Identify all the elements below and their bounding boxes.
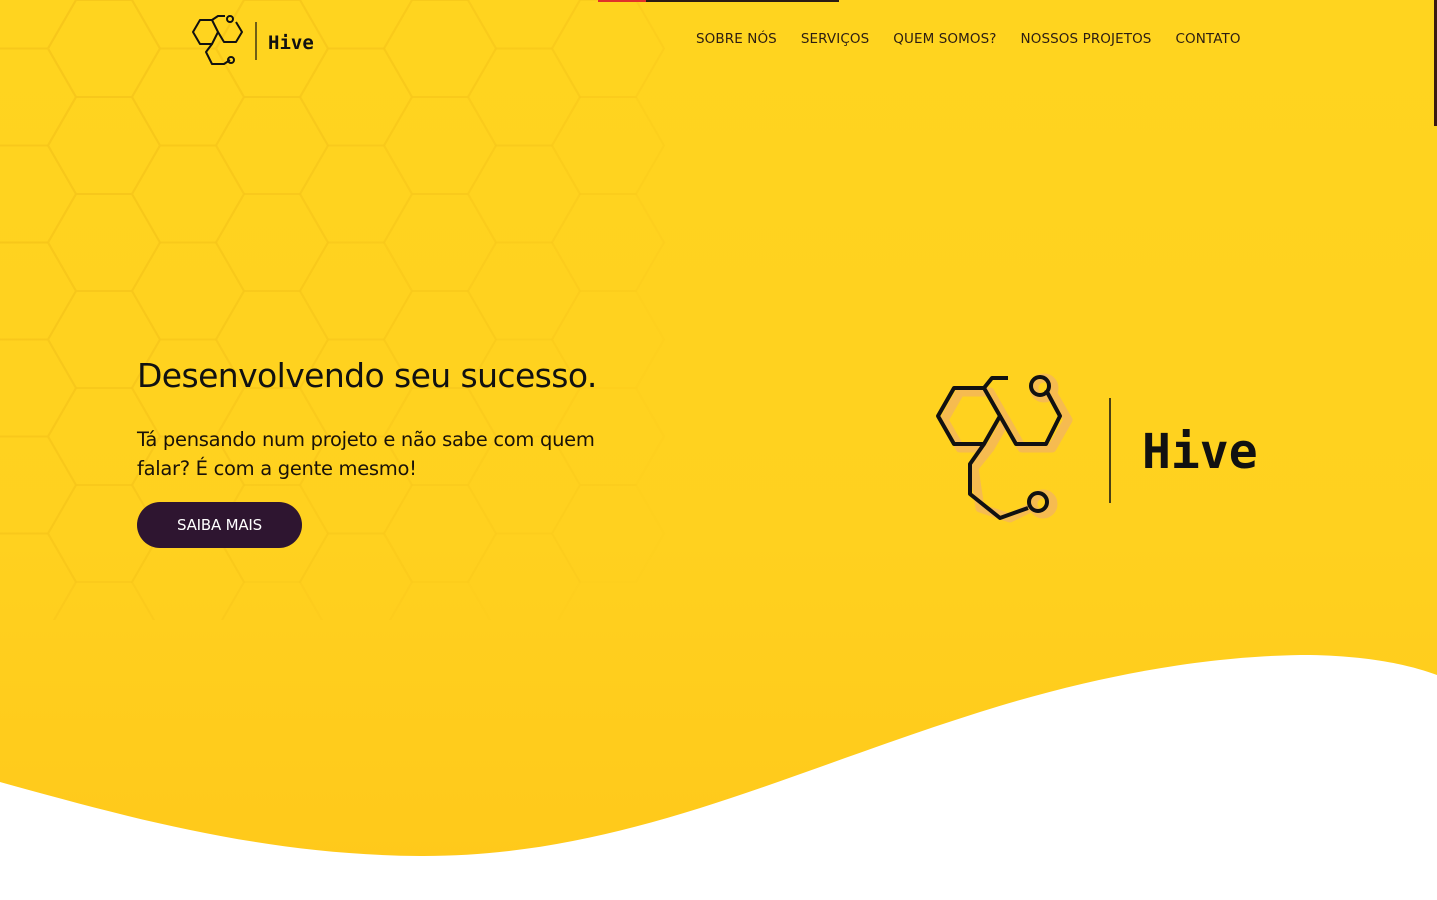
hero-logo: Hive — [930, 368, 1270, 533]
nav-logo[interactable]: Hive — [190, 12, 320, 72]
main-nav: SOBRE NÓS SERVIÇOS QUEM SOMOS? NOSSOS PR… — [696, 31, 1241, 47]
hero-headline: Desenvolvendo seu sucesso. — [137, 356, 597, 395]
hero-brand-name: Hive — [1142, 424, 1258, 480]
nav-item-servicos[interactable]: SERVIÇOS — [801, 31, 869, 47]
top-accent-line-red — [598, 0, 646, 2]
saiba-mais-button[interactable]: SAIBA MAIS — [137, 502, 302, 548]
nav-item-nossos-projetos[interactable]: NOSSOS PROJETOS — [1021, 31, 1152, 47]
hexagon-molecule-icon: Hive — [936, 373, 1258, 523]
nav-item-contato[interactable]: CONTATO — [1175, 31, 1240, 47]
hero-subtitle: Tá pensando num projeto e não sabe com q… — [137, 428, 595, 480]
nav-item-sobre-nos[interactable]: SOBRE NÓS — [696, 31, 777, 47]
hexagon-molecule-icon: Hive — [192, 15, 314, 65]
brand-name: Hive — [268, 32, 314, 54]
nav-item-quem-somos[interactable]: QUEM SOMOS? — [893, 31, 996, 47]
